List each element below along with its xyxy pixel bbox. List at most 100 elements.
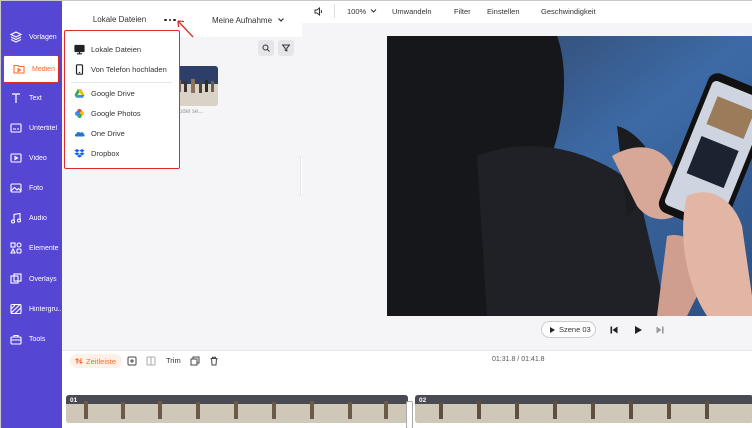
sidebar-item-audio[interactable]: Audio [1, 204, 62, 232]
sidebar-item-label: Untertitel [29, 124, 58, 132]
dot [168, 18, 172, 22]
sidebar-item-label: Foto [29, 184, 44, 192]
templates-icon [10, 31, 22, 43]
search-icon [262, 44, 270, 52]
tab-my-recordings[interactable]: Meine Aufnahme [185, 9, 293, 31]
menu-item-label: Google Photos [91, 108, 141, 118]
clip-filmstrip-image [66, 395, 408, 423]
sidebar-item-elemente[interactable]: Elemente [1, 234, 62, 262]
play-icon[interactable] [633, 325, 643, 335]
skip-forward-icon[interactable] [655, 325, 665, 335]
chevron-down-icon [370, 9, 377, 13]
elements-icon [10, 242, 22, 254]
tools-icon [10, 334, 22, 345]
time-display: 01:31.8 / 01:41.8 [492, 356, 545, 363]
split-icon[interactable] [146, 356, 156, 366]
toolbar-divider [334, 4, 335, 18]
clip-transition-handle[interactable] [406, 401, 413, 428]
trash-icon[interactable] [209, 356, 219, 366]
menu-item-local-files[interactable]: Lokale Dateien [65, 39, 178, 59]
sidebar-item-label: Tools [29, 335, 46, 343]
dropbox-icon [74, 148, 85, 158]
scene-selector[interactable]: Szene 03 [541, 321, 596, 338]
timeline-toggle-button[interactable]: Zeitleiste [70, 354, 122, 368]
current-time: 01:31.8 [492, 356, 516, 363]
app-window: Vorlagen Medien Text Untertitel Video Fo… [0, 0, 752, 428]
video-icon [10, 153, 22, 163]
menu-item-label: Lokale Dateien [91, 44, 142, 54]
sidebar-item-foto[interactable]: Foto [1, 174, 62, 202]
duplicate-icon[interactable] [190, 356, 200, 366]
sidebar-item-label: Audio [29, 214, 47, 222]
video-frame-image [387, 36, 752, 316]
sidebar-item-label: Overlays [29, 275, 57, 283]
video-preview[interactable] [387, 36, 752, 316]
media-thumbnail[interactable] [174, 66, 218, 106]
sidebar-item-label: Text [29, 94, 42, 102]
zoom-value: 100% [347, 7, 367, 16]
menu-item-label: Von Telefon hochladen [91, 64, 167, 74]
menu-item-upload-from-phone[interactable]: Von Telefon hochladen [65, 59, 178, 79]
filter-button[interactable] [278, 40, 294, 56]
menu-item-label: Google Drive [91, 88, 135, 98]
clip-filmstrip-image [415, 395, 752, 423]
sidebar-item-tools[interactable]: Tools [1, 325, 62, 353]
timeline-toolbar: Zeitleiste Trim 01:31.8 / 01:41.8 [62, 350, 752, 370]
sidebar-item-text[interactable]: Text [1, 84, 62, 112]
sidebar-item-overlays[interactable]: Overlays [1, 265, 62, 293]
trim-button[interactable]: Trim [166, 356, 181, 365]
convert-button[interactable]: Umwandeln [392, 7, 432, 16]
filter-icon [282, 44, 290, 52]
google-photos-icon [75, 108, 84, 118]
menu-item-one-drive[interactable]: One Drive [65, 123, 178, 143]
sidebar-item-medien[interactable]: Medien [3, 55, 59, 83]
total-time: 01:41.8 [521, 356, 545, 363]
search-button[interactable] [258, 40, 274, 56]
sidebar-item-untertitel[interactable]: Untertitel [1, 114, 62, 142]
onedrive-icon [74, 131, 85, 136]
sidebar: Vorlagen Medien Text Untertitel Video Fo… [1, 1, 62, 428]
add-track-icon[interactable] [127, 356, 137, 366]
clip-number: 01 [70, 397, 78, 404]
runway-thumbnail-image [174, 66, 218, 106]
monitor-icon [74, 44, 85, 54]
clip-number: 02 [419, 397, 427, 404]
chevron-down-icon [278, 18, 284, 22]
sidebar-item-label: Video [29, 154, 47, 162]
filter-button[interactable]: Filter [454, 7, 471, 16]
menu-item-google-drive[interactable]: Google Drive [65, 83, 178, 103]
menu-item-label: One Drive [91, 128, 125, 138]
timeline-icon [75, 358, 83, 364]
tab-local-files[interactable]: Lokale Dateien [68, 9, 171, 29]
sidebar-item-label: Hintergru... [29, 305, 62, 313]
zoom-select[interactable]: 100% [347, 7, 377, 16]
sidebar-item-vorlagen[interactable]: Vorlagen [1, 23, 62, 51]
sidebar-item-hintergrund[interactable]: Hintergru... [1, 295, 62, 323]
sidebar-item-label: Medien [32, 65, 55, 73]
background-icon [10, 303, 22, 315]
skip-back-icon[interactable] [609, 325, 619, 335]
sidebar-item-video[interactable]: Video [1, 144, 62, 172]
google-drive-icon [74, 88, 85, 98]
video-clip[interactable]: 01 [66, 395, 408, 423]
subtitle-icon [10, 123, 22, 133]
play-icon [550, 326, 555, 333]
timeline-label: Zeitleiste [86, 356, 117, 366]
menu-item-google-photos[interactable]: Google Photos [65, 103, 178, 123]
media-icon [13, 64, 25, 74]
volume-icon[interactable] [314, 7, 324, 16]
settings-button[interactable]: Einstellen [487, 7, 520, 16]
tab-my-recordings-label: Meine Aufnahme [212, 15, 273, 25]
text-icon [12, 93, 20, 103]
menu-item-label: Dropbox [91, 148, 120, 158]
sidebar-item-label: Vorlagen [29, 33, 57, 41]
menu-item-dropbox[interactable]: Dropbox [65, 143, 178, 163]
phone-icon [75, 63, 84, 75]
audio-icon [10, 212, 22, 224]
overlays-icon [10, 273, 22, 284]
dot [164, 18, 167, 22]
speed-button[interactable]: Geschwindigkeit [541, 7, 596, 16]
preview-toolbar: 100% Umwandeln Filter Einstellen Geschwi… [302, 1, 752, 23]
upload-source-menu: Lokale Dateien Von Telefon hochladen Goo… [64, 30, 180, 169]
video-clip[interactable]: 02 [415, 395, 752, 423]
